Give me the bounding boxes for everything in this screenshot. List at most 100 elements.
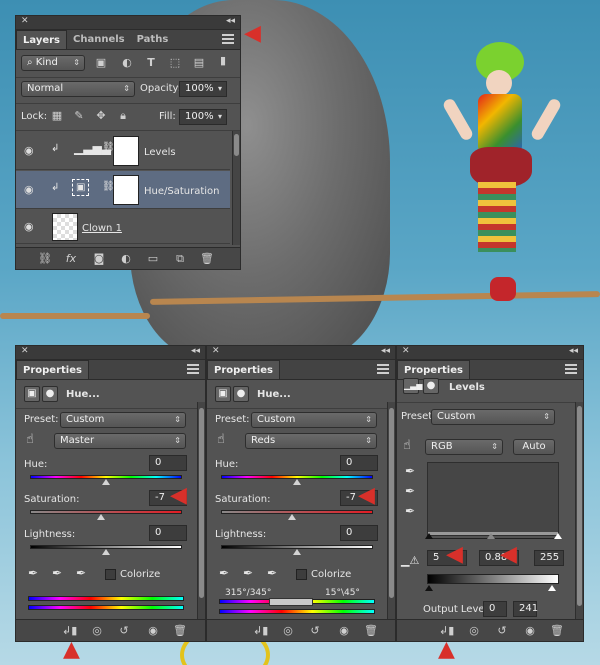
saturation-slider-thumb[interactable] <box>97 514 105 520</box>
clipping-warning-icon[interactable]: ▁⚠ <box>401 554 419 567</box>
hue-slider-thumb[interactable] <box>102 479 110 485</box>
collapse-icon[interactable]: ◂◂ <box>226 16 235 26</box>
scrollbar[interactable] <box>387 402 395 619</box>
mask-icon[interactable]: ● <box>423 378 439 394</box>
layer-thumbnail[interactable] <box>52 213 78 241</box>
trash-icon[interactable]: 🗑︎ <box>173 624 187 637</box>
tab-properties[interactable]: Properties <box>207 360 280 379</box>
saturation-slider-thumb[interactable] <box>288 514 296 520</box>
preset-select[interactable]: Custom ⇕ <box>60 412 186 428</box>
colorize-checkbox[interactable] <box>105 569 116 580</box>
image-filter-icon[interactable]: ▣ <box>94 56 108 69</box>
clip-to-layer-icon[interactable]: ↲▮ <box>439 624 454 637</box>
colorize-checkbox[interactable] <box>296 569 307 580</box>
panel-menu-icon[interactable] <box>565 364 577 374</box>
input-gamma-thumb[interactable] <box>487 533 495 539</box>
adjustment-filter-icon[interactable]: ◐ <box>120 56 134 69</box>
eyedropper-gray-icon[interactable]: ✒ <box>405 484 415 498</box>
reset-icon[interactable]: ↺ <box>117 624 131 637</box>
preset-select[interactable]: Custom ⇕ <box>431 409 555 425</box>
blend-mode-select[interactable]: Normal ⇕ <box>21 81 135 97</box>
targeted-adjustment-hand-icon[interactable]: ☝ <box>403 438 411 453</box>
tab-paths[interactable]: Paths <box>131 30 175 49</box>
eyedropper-minus-icon[interactable]: ✒ <box>267 566 277 580</box>
close-icon[interactable]: ✕ <box>21 16 29 26</box>
new-layer-icon[interactable]: ⧉ <box>173 252 187 265</box>
clip-to-layer-icon[interactable]: ↲▮ <box>62 624 77 637</box>
saturation-slider[interactable] <box>221 510 373 514</box>
clip-to-layer-icon[interactable]: ↲▮ <box>253 624 268 637</box>
opacity-field[interactable]: 100% ▾ <box>179 81 227 97</box>
layer-mask-thumbnail[interactable] <box>113 175 139 205</box>
range-selector[interactable] <box>269 598 313 606</box>
panel-titlebar[interactable]: ✕ ◂◂ <box>207 346 395 360</box>
close-icon[interactable]: ✕ <box>402 346 410 356</box>
eyedropper-white-icon[interactable]: ✒ <box>405 504 415 518</box>
lightness-slider-thumb[interactable] <box>102 549 110 555</box>
close-icon[interactable]: ✕ <box>212 346 220 356</box>
smart-object-filter-icon[interactable]: ▤ <box>192 56 206 69</box>
chevron-down-icon[interactable]: ▾ <box>218 110 222 124</box>
layer-row-hue-saturation[interactable]: ◉ ↲ ▣ ⛓ Hue/Saturation <box>16 171 230 209</box>
view-previous-icon[interactable]: ◎ <box>90 624 104 637</box>
auto-button[interactable]: Auto <box>513 439 555 455</box>
panel-menu-icon[interactable] <box>377 364 389 374</box>
lock-all-icon[interactable]: 🔒︎ <box>116 109 130 122</box>
input-white-thumb[interactable] <box>554 533 562 539</box>
eye-icon[interactable]: ◉ <box>24 183 34 196</box>
collapse-icon[interactable]: ◂◂ <box>569 346 578 356</box>
targeted-adjustment-hand-icon[interactable]: ☝ <box>217 432 225 447</box>
layer-mask-thumbnail[interactable] <box>113 136 139 166</box>
panel-titlebar[interactable]: ✕ ◂◂ <box>16 16 240 30</box>
scrollbar[interactable] <box>232 131 240 245</box>
output-white-thumb[interactable] <box>548 585 556 591</box>
scrollbar[interactable] <box>197 402 205 619</box>
collapse-icon[interactable]: ◂◂ <box>191 346 200 356</box>
output-black-thumb[interactable] <box>425 585 433 591</box>
eyedropper-icon[interactable]: ✒ <box>28 566 38 580</box>
eye-icon[interactable]: ◉ <box>24 144 34 157</box>
output-black-field[interactable]: 0 <box>483 601 507 617</box>
hue-slider-thumb[interactable] <box>293 479 301 485</box>
trash-icon[interactable]: 🗑︎ <box>550 624 564 637</box>
tab-properties[interactable]: Properties <box>16 360 89 379</box>
close-icon[interactable]: ✕ <box>21 346 29 356</box>
lock-position-icon[interactable]: ✥ <box>94 109 108 122</box>
trash-icon[interactable]: 🗑︎ <box>364 624 378 637</box>
reset-icon[interactable]: ↺ <box>308 624 322 637</box>
scrollbar[interactable] <box>575 402 583 619</box>
input-black-thumb[interactable] <box>425 533 433 539</box>
eyedropper-plus-icon[interactable]: ✒ <box>52 566 62 580</box>
layer-row-clown[interactable]: ◉ Clown 1 <box>16 210 230 244</box>
lightness-slider-thumb[interactable] <box>293 549 301 555</box>
reset-icon[interactable]: ↺ <box>495 624 509 637</box>
targeted-adjustment-hand-icon[interactable]: ☝ <box>26 432 34 447</box>
panel-titlebar[interactable]: ✕ ◂◂ <box>16 346 205 360</box>
panel-menu-icon[interactable] <box>222 34 234 44</box>
trash-icon[interactable]: 🗑︎ <box>200 252 214 265</box>
chevron-down-icon[interactable]: ▾ <box>218 82 222 96</box>
add-mask-icon[interactable]: ◙ <box>92 252 106 265</box>
tab-properties[interactable]: Properties <box>397 360 470 379</box>
fill-field[interactable]: 100% ▾ <box>179 109 227 125</box>
visibility-icon[interactable]: ◉ <box>337 624 351 637</box>
lightness-field[interactable]: 0 <box>149 525 187 541</box>
collapse-icon[interactable]: ◂◂ <box>381 346 390 356</box>
new-adjustment-icon[interactable]: ◐ <box>119 252 133 265</box>
tab-layers[interactable]: Layers <box>16 30 67 49</box>
filter-toggle-icon[interactable]: ▮ <box>216 54 230 67</box>
new-group-icon[interactable]: ▭ <box>146 252 160 265</box>
layer-row-levels[interactable]: ◉ ↲ ▁▃▅▃ ⛓ Levels <box>16 132 230 170</box>
eyedropper-icon[interactable]: ✒ <box>219 566 229 580</box>
view-previous-icon[interactable]: ◎ <box>281 624 295 637</box>
preset-select[interactable]: Custom ⇕ <box>251 412 377 428</box>
hue-field[interactable]: 0 <box>149 455 187 471</box>
fx-icon[interactable]: fx <box>64 252 78 265</box>
output-white-field[interactable]: 241 <box>513 601 538 617</box>
channel-select[interactable]: Master ⇕ <box>54 433 186 449</box>
lightness-field[interactable]: 0 <box>340 525 378 541</box>
eyedropper-minus-icon[interactable]: ✒ <box>76 566 86 580</box>
panel-titlebar[interactable]: ✕ ◂◂ <box>397 346 583 360</box>
visibility-icon[interactable]: ◉ <box>146 624 160 637</box>
kind-filter-select[interactable]: ⌕ Kind ⇕ <box>21 55 85 71</box>
